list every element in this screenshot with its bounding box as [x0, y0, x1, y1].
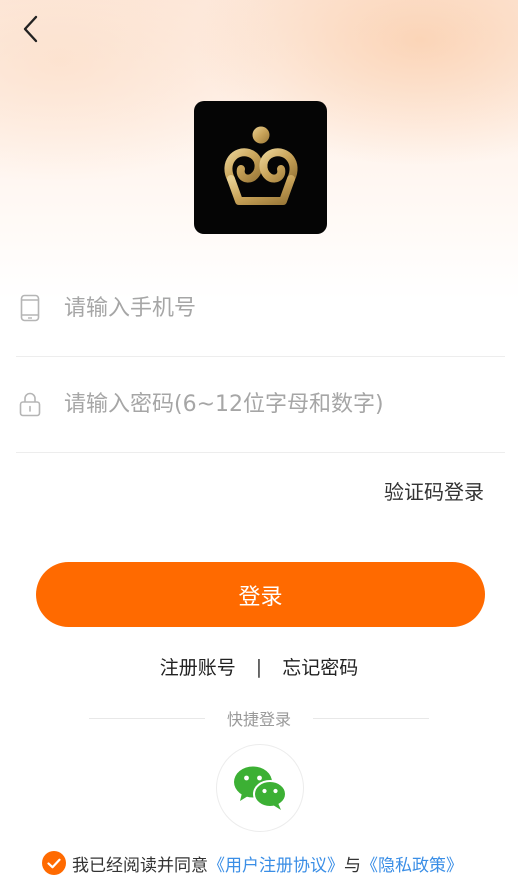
wechat-icon	[234, 766, 287, 810]
quick-login-label: 快捷登录	[226, 710, 291, 729]
agreement-checkbox[interactable]	[42, 851, 66, 875]
agreement-conjunction: 与	[344, 855, 361, 876]
quick-login-divider: 快捷登录	[0, 706, 518, 730]
phone-input[interactable]	[62, 294, 505, 322]
account-links: 注册账号 | 忘记密码	[0, 653, 518, 680]
app-logo	[194, 101, 327, 234]
lock-icon	[18, 390, 42, 418]
divider-line-left	[88, 717, 205, 719]
phone-icon	[18, 294, 42, 322]
code-login-link[interactable]: 验证码登录	[384, 476, 484, 505]
app-logo-icon	[223, 126, 298, 205]
agreement-row: 我已经阅读并同意 《用户注册协议》 与 《隐私政策》	[42, 849, 463, 877]
phone-field	[16, 260, 505, 357]
forgot-password-link[interactable]: 忘记密码	[282, 653, 358, 680]
agreement-prefix: 我已经阅读并同意	[72, 855, 208, 876]
login-button[interactable]: 登录	[36, 562, 485, 627]
back-button[interactable]	[14, 12, 48, 46]
wechat-login-button[interactable]	[216, 744, 304, 832]
register-link[interactable]: 注册账号	[160, 653, 236, 680]
checkmark-icon	[47, 858, 61, 868]
chevron-left-icon	[23, 15, 38, 43]
divider-line-right	[313, 717, 429, 719]
password-input[interactable]	[62, 390, 505, 418]
user-agreement-link[interactable]: 《用户注册协议》	[208, 851, 344, 876]
links-separator: |	[255, 655, 263, 678]
privacy-policy-link[interactable]: 《隐私政策》	[361, 851, 463, 876]
password-field	[16, 356, 505, 453]
